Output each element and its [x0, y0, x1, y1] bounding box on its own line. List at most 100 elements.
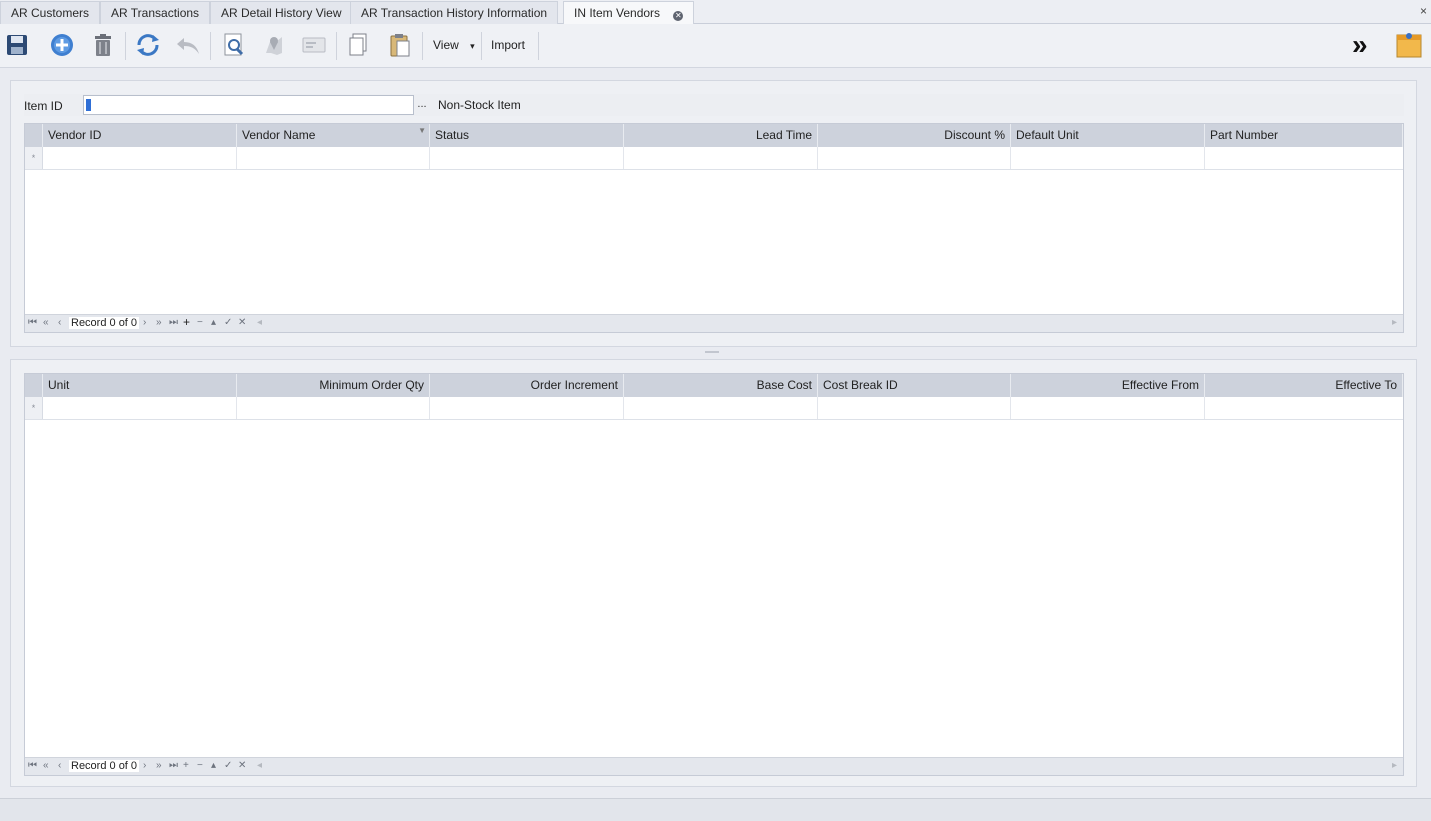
- column-header-vendor-id[interactable]: Vendor ID: [43, 124, 237, 147]
- item-id-row: Item ID ... Non-Stock Item: [24, 94, 1404, 116]
- cancel-edit-icon[interactable]: ✕: [238, 760, 246, 771]
- expand-icon[interactable]: »: [1352, 29, 1368, 61]
- map-pin-icon[interactable]: [260, 31, 288, 59]
- new-row-indicator: *: [25, 147, 43, 169]
- cell-base-cost[interactable]: [624, 397, 818, 419]
- scroll-left-icon[interactable]: ◂: [257, 317, 262, 328]
- column-header-effective-to[interactable]: Effective To: [1205, 374, 1403, 397]
- row-indicator-header: [25, 124, 43, 147]
- last-record-icon[interactable]: ⏭: [169, 317, 178, 328]
- tab-ar-detail-history-view[interactable]: AR Detail History View: [210, 1, 353, 24]
- tab-close-icon[interactable]: ✕: [673, 11, 684, 21]
- column-header-unit[interactable]: Unit: [43, 374, 237, 397]
- status-bar: [0, 798, 1431, 821]
- undo-icon[interactable]: [174, 31, 202, 59]
- prev-record-icon[interactable]: ‹: [58, 317, 61, 328]
- end-edit-icon[interactable]: ✓: [224, 760, 232, 771]
- cancel-edit-icon[interactable]: ✕: [238, 317, 246, 328]
- tab-label: AR Transaction History Information: [361, 6, 548, 20]
- cell-order-increment[interactable]: [430, 397, 624, 419]
- paste-icon[interactable]: [386, 31, 414, 59]
- refresh-icon[interactable]: [134, 31, 162, 59]
- prev-record-icon[interactable]: ‹: [58, 760, 61, 771]
- next-record-icon[interactable]: ›: [143, 760, 146, 771]
- remove-record-icon[interactable]: −: [197, 317, 203, 328]
- item-lookup-button[interactable]: ...: [414, 95, 430, 115]
- cell-default-unit[interactable]: [1011, 147, 1205, 169]
- toolbar-separator: [422, 32, 423, 60]
- document-tab-bar: AR Customers AR Transactions AR Detail H…: [0, 0, 1431, 25]
- cell-unit[interactable]: [43, 397, 237, 419]
- first-record-icon[interactable]: ⏮: [28, 317, 37, 328]
- cell-effective-from[interactable]: [1011, 397, 1205, 419]
- column-header-default-unit[interactable]: Default Unit: [1011, 124, 1205, 147]
- cell-discount[interactable]: [818, 147, 1011, 169]
- cell-minimum-order-qty[interactable]: [237, 397, 430, 419]
- prev-page-icon[interactable]: «: [43, 760, 49, 771]
- filter-icon[interactable]: ▼: [418, 119, 426, 142]
- tab-label: AR Customers: [11, 6, 90, 20]
- cell-effective-to[interactable]: [1205, 397, 1403, 419]
- next-page-icon[interactable]: »: [156, 760, 162, 771]
- column-header-base-cost[interactable]: Base Cost: [624, 374, 818, 397]
- remove-record-icon[interactable]: −: [197, 760, 203, 771]
- scroll-right-icon[interactable]: ▸: [1392, 317, 1397, 328]
- next-record-icon[interactable]: ›: [143, 317, 146, 328]
- cell-cost-break-id[interactable]: [818, 397, 1011, 419]
- record-counter: Record 0 of 0: [69, 760, 140, 772]
- panel-splitter[interactable]: [705, 351, 719, 353]
- append-record-icon[interactable]: +: [183, 760, 189, 771]
- tab-ar-transaction-history-information[interactable]: AR Transaction History Information: [350, 1, 559, 24]
- column-header-effective-from[interactable]: Effective From: [1011, 374, 1205, 397]
- first-record-icon[interactable]: ⏮: [28, 760, 37, 771]
- grid-header: Vendor ID Vendor Name ▼ Status Lead Time…: [25, 124, 1403, 147]
- new-row-indicator: *: [25, 397, 43, 419]
- tab-label: AR Transactions: [111, 6, 200, 20]
- record-navigator: ⏮ « ‹ Record 0 of 0 › » ⏭ + − ▴ ✓ ✕ ◂ ▸: [25, 757, 1403, 775]
- price-breaks-panel: Unit Minimum Order Qty Order Increment B…: [10, 359, 1417, 787]
- chevron-down-icon: ▾: [470, 41, 475, 51]
- save-icon[interactable]: [3, 31, 31, 59]
- edit-record-icon[interactable]: ▴: [211, 317, 216, 328]
- card-icon[interactable]: [300, 31, 328, 59]
- column-header-minimum-order-qty[interactable]: Minimum Order Qty: [237, 374, 430, 397]
- cell-vendor-name[interactable]: [237, 147, 430, 169]
- column-header-lead-time[interactable]: Lead Time: [624, 124, 818, 147]
- window-close-icon[interactable]: ×: [1420, 4, 1427, 18]
- row-indicator-header: [25, 374, 43, 397]
- view-dropdown-button[interactable]: View ▾: [433, 38, 475, 52]
- column-header-part-number[interactable]: Part Number: [1205, 124, 1403, 147]
- column-header-status[interactable]: Status: [430, 124, 624, 147]
- tab-in-item-vendors[interactable]: IN Item Vendors ✕: [563, 1, 695, 25]
- column-header-discount[interactable]: Discount %: [818, 124, 1011, 147]
- column-header-vendor-name[interactable]: Vendor Name ▼: [237, 124, 430, 147]
- cell-lead-time[interactable]: [624, 147, 818, 169]
- note-icon[interactable]: [1395, 31, 1423, 59]
- new-row[interactable]: *: [25, 147, 1403, 170]
- copy-icon[interactable]: [344, 31, 372, 59]
- delete-icon[interactable]: [89, 31, 117, 59]
- next-page-icon[interactable]: »: [156, 317, 162, 328]
- end-edit-icon[interactable]: ✓: [224, 317, 232, 328]
- tab-ar-customers[interactable]: AR Customers: [0, 1, 101, 24]
- cell-vendor-id[interactable]: [43, 147, 237, 169]
- cell-part-number[interactable]: [1205, 147, 1403, 169]
- column-header-order-increment[interactable]: Order Increment: [430, 374, 624, 397]
- column-header-cost-break-id[interactable]: Cost Break ID: [818, 374, 1011, 397]
- last-record-icon[interactable]: ⏭: [169, 760, 178, 771]
- edit-record-icon[interactable]: ▴: [211, 760, 216, 771]
- append-record-icon[interactable]: +: [183, 315, 190, 329]
- import-button[interactable]: Import: [491, 38, 525, 52]
- scroll-right-icon[interactable]: ▸: [1392, 760, 1397, 771]
- prev-page-icon[interactable]: «: [43, 317, 49, 328]
- tab-ar-transactions[interactable]: AR Transactions: [100, 1, 211, 24]
- tab-label: AR Detail History View: [221, 6, 342, 20]
- preview-icon[interactable]: [220, 31, 248, 59]
- new-row[interactable]: *: [25, 397, 1403, 420]
- toolbar-separator: [210, 32, 211, 60]
- item-id-input[interactable]: [83, 95, 414, 115]
- add-icon[interactable]: [48, 31, 76, 59]
- cell-status[interactable]: [430, 147, 624, 169]
- scroll-left-icon[interactable]: ◂: [257, 760, 262, 771]
- item-id-label: Item ID: [24, 99, 63, 113]
